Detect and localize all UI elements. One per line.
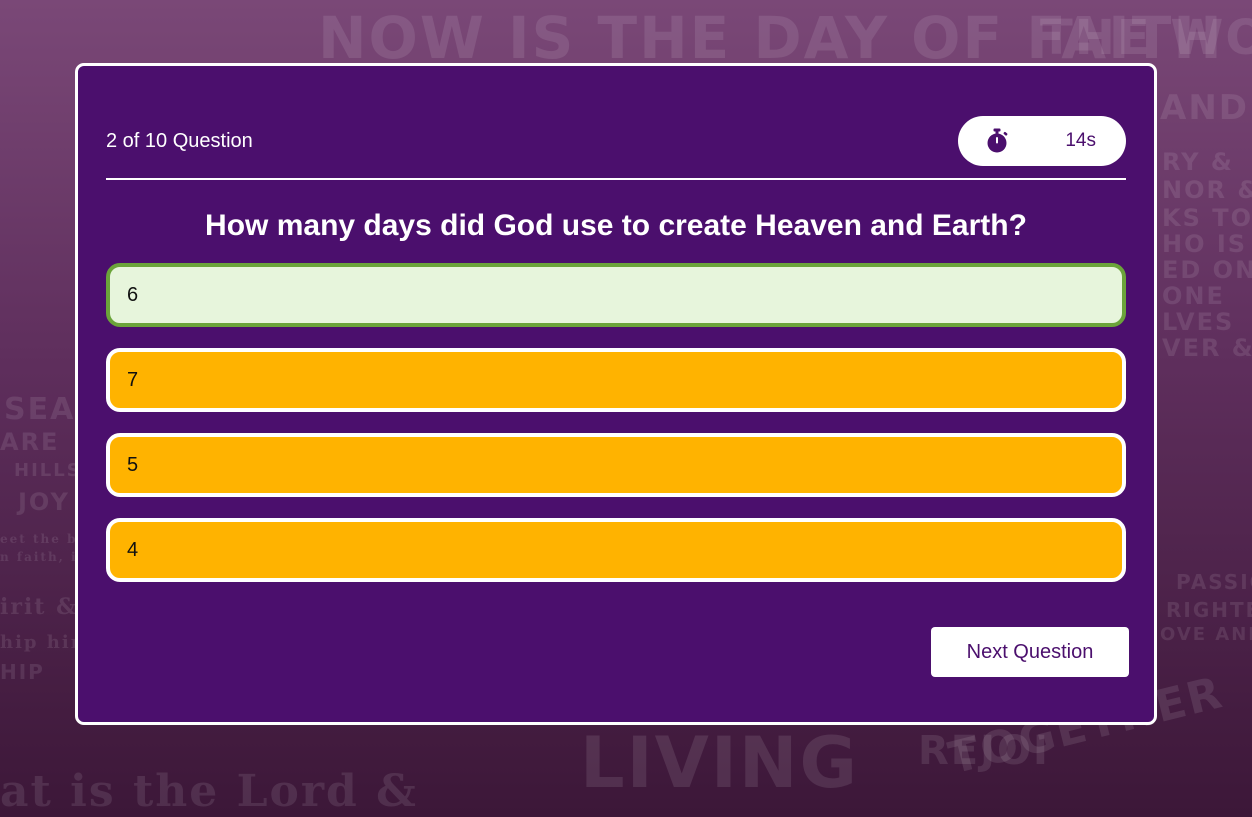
answer-option-label: 7 — [127, 368, 139, 391]
bg-text: ED ON — [1162, 256, 1252, 284]
answer-option-label: 5 — [127, 453, 139, 476]
bg-text: THE WO — [1040, 10, 1252, 66]
bg-text: LVES — [1162, 308, 1235, 336]
answer-option[interactable]: 4 — [106, 518, 1126, 582]
bg-text: OVE AND — [1160, 624, 1252, 645]
bg-text: RY & — [1162, 148, 1234, 176]
answer-option-label: 4 — [127, 538, 139, 561]
bg-text: PASSIO — [1176, 570, 1252, 594]
question-counter: 2 of 10 Question — [106, 130, 253, 152]
bg-text: VER & — [1162, 334, 1252, 362]
bg-text: NOR & — [1162, 176, 1252, 204]
answer-option[interactable]: 5 — [106, 433, 1126, 497]
answer-options: 6 7 5 4 — [106, 263, 1126, 603]
bg-text: RIGHTE — [1166, 598, 1252, 622]
quiz-card: 2 of 10 Question 14s How many days did G… — [75, 63, 1157, 725]
answer-option[interactable]: 7 — [106, 348, 1126, 412]
bg-text: LIVING — [580, 722, 859, 804]
bg-text: irit & — [0, 594, 78, 620]
bg-text: JOY — [18, 488, 70, 516]
bg-text: KS TO — [1162, 204, 1252, 232]
timer-badge: 14s — [958, 116, 1126, 166]
bg-text: HO IS — [1162, 230, 1248, 258]
bg-text: HIP — [0, 660, 45, 684]
bg-text: AND I — [1160, 88, 1252, 128]
stopwatch-icon — [987, 128, 1008, 153]
answer-option-label: 6 — [127, 283, 139, 306]
quiz-header: 2 of 10 Question 14s — [106, 116, 1126, 180]
next-question-button[interactable]: Next Question — [931, 627, 1129, 677]
bg-text: ARE — [0, 428, 60, 456]
bg-text: HILLS — [14, 460, 82, 481]
answer-option-correct[interactable]: 6 — [106, 263, 1126, 327]
bg-text: ONE — [1162, 282, 1225, 310]
timer-value: 14s — [1065, 130, 1096, 151]
bg-text: SEA — [4, 392, 76, 427]
question-text: How many days did God use to create Heav… — [205, 209, 1027, 242]
bg-text: at is the Lord & — [0, 766, 418, 817]
